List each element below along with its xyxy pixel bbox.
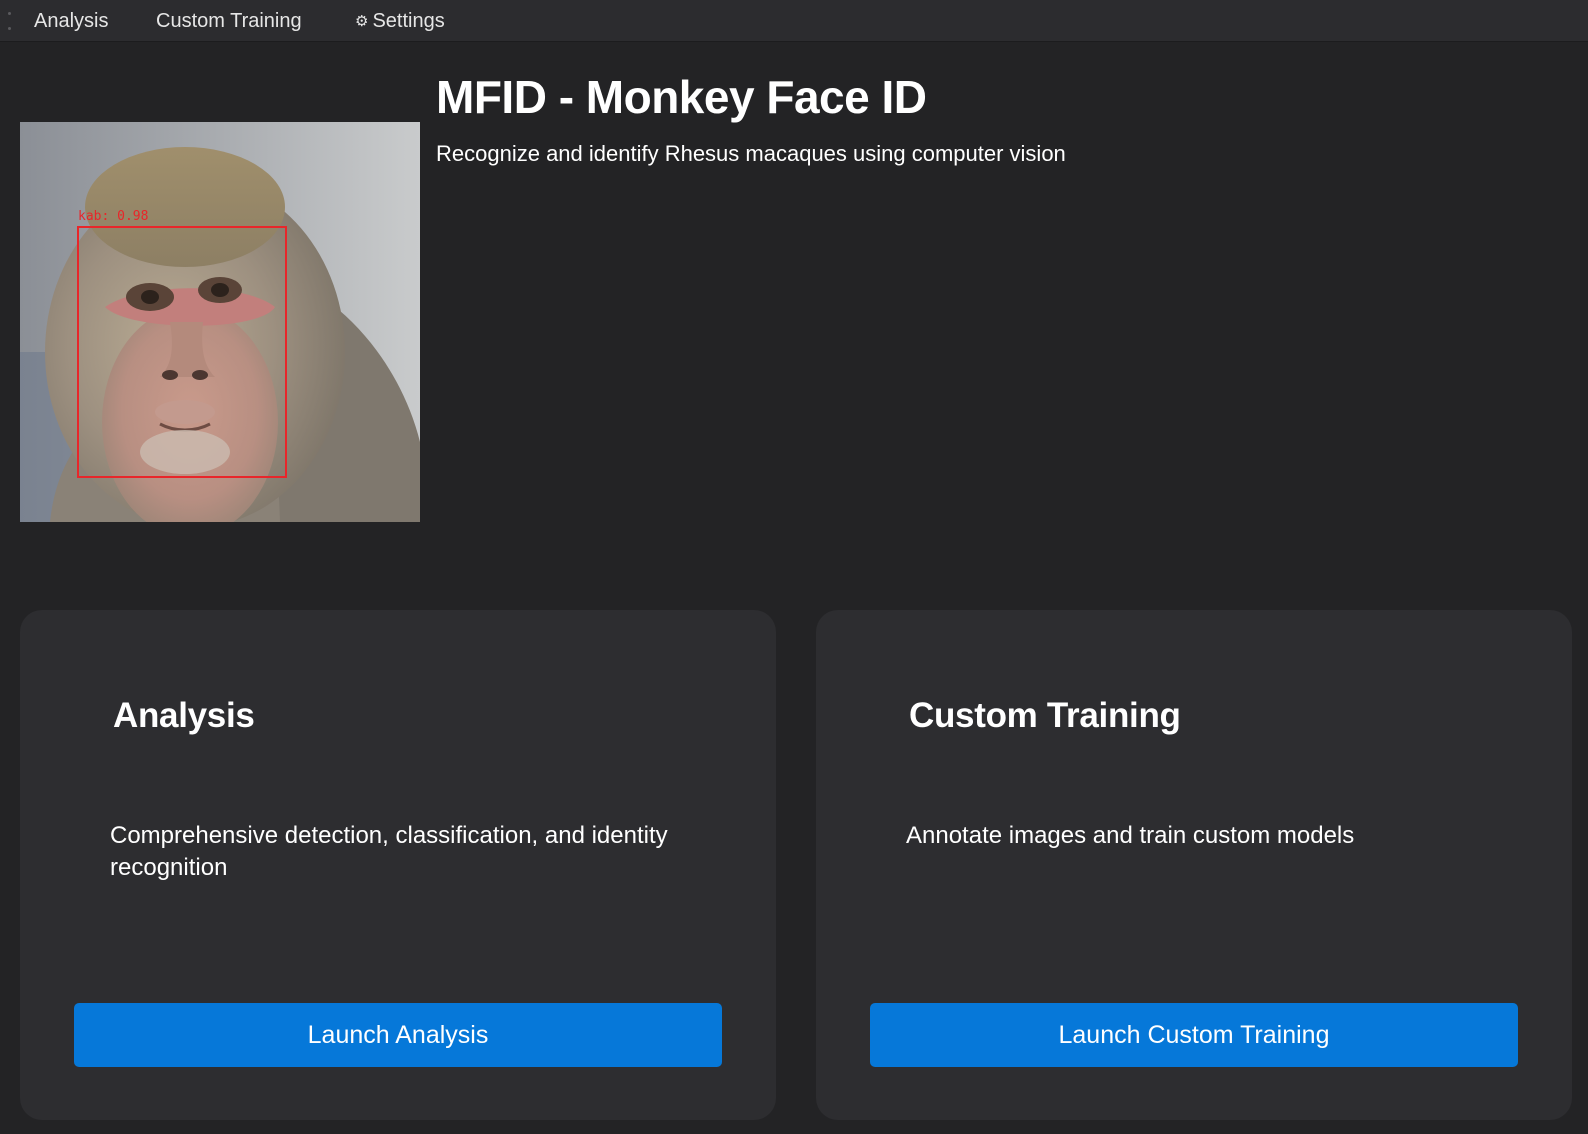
menu-item-custom-training[interactable]: Custom Training [156,0,302,42]
menu-item-label: Custom Training [156,10,302,32]
monkey-photo: kab: 0.98 [20,122,420,522]
page-subtitle: Recognize and identify Rhesus macaques u… [436,141,1066,166]
monkey-face-detection-image: kab: 0.98 [20,122,420,522]
menu-item-analysis[interactable]: Analysis [34,0,108,42]
custom-training-card: Custom Training Annotate images and trai… [816,610,1572,1120]
menu-item-label: Analysis [34,10,109,32]
launch-analysis-button[interactable]: Launch Analysis [74,1003,722,1067]
menu-bar: Analysis Custom Training ⚙ Settings [0,0,1588,42]
card-title: Custom Training [909,696,1181,735]
drag-handle-icon[interactable] [7,12,11,30]
card-description: Annotate images and train custom models [906,822,1355,849]
menu-item-label: Settings [372,10,445,32]
gear-icon: ⚙ [355,13,369,30]
page-title: MFID - Monkey Face ID [436,71,927,123]
launch-custom-training-button[interactable]: Launch Custom Training [870,1003,1518,1067]
detection-label: kab: 0.98 [78,209,148,224]
analysis-card: Analysis Comprehensive detection, classi… [20,610,776,1120]
card-description: Comprehensive detection, classification,… [110,822,668,881]
card-title: Analysis [113,696,255,735]
menu-item-settings[interactable]: ⚙ Settings [355,0,445,42]
